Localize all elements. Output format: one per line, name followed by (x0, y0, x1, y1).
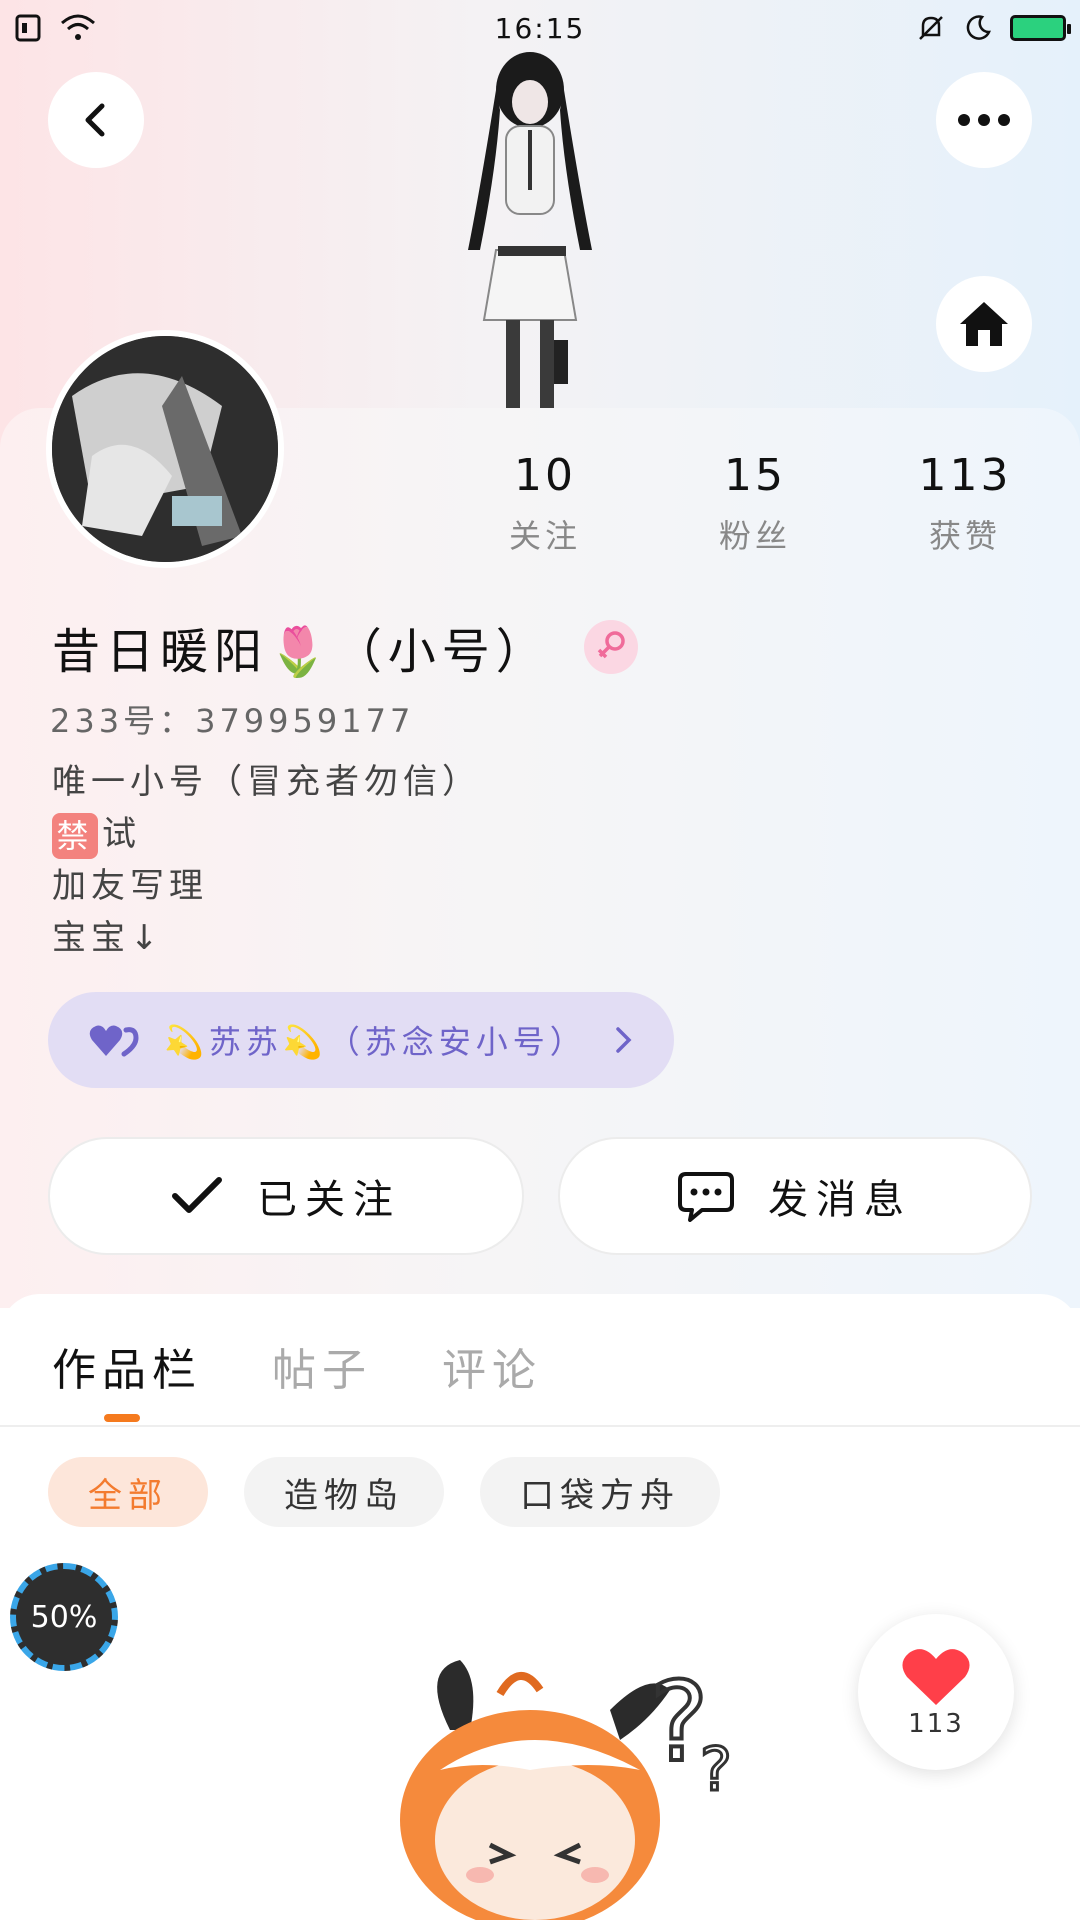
message-label: 发消息 (768, 1177, 912, 1223)
stat-value: 10 (514, 450, 576, 501)
following-button[interactable]: 已关注 (48, 1137, 524, 1255)
like-button[interactable]: 113 (858, 1614, 1014, 1770)
stat-following[interactable]: 10 关注 (470, 450, 620, 557)
message-button[interactable]: 发消息 (558, 1137, 1032, 1255)
like-count: 113 (908, 1709, 964, 1739)
bio: 唯一小号（冒充者勿信） 禁试 加友写理 宝宝↓ (52, 756, 481, 964)
double-heart-icon (89, 1025, 139, 1057)
bio-line: 唯一小号（冒充者勿信） (52, 762, 481, 802)
battery-icon (1010, 15, 1071, 41)
stat-followers[interactable]: 15 粉丝 (680, 450, 830, 557)
tab-posts[interactable]: 帖子 (272, 1334, 372, 1398)
empty-state-mascot-image: ? ? (400, 1656, 733, 1920)
tab-active-indicator (104, 1414, 140, 1422)
stat-value: 113 (918, 450, 1012, 501)
bio-line: 禁试 (52, 808, 481, 860)
stat-label: 关注 (508, 517, 581, 555)
chevron-left-icon (85, 103, 105, 137)
speed-indicator[interactable]: 50% (10, 1563, 118, 1671)
stat-label: 粉丝 (718, 517, 791, 555)
user-id: 233号：379959177 (50, 702, 415, 740)
tab-comments[interactable]: 评论 (442, 1334, 542, 1398)
svg-text:?: ? (700, 1735, 732, 1805)
chevron-right-icon (616, 1027, 632, 1053)
chat-bubble-icon (678, 1172, 734, 1222)
filter-chips: 全部 造物岛 口袋方舟 (48, 1457, 720, 1527)
bio-line-text: 试 (102, 814, 141, 854)
tab-works[interactable]: 作品栏 (52, 1334, 202, 1398)
ban-badge: 禁 (52, 812, 98, 859)
content-tabs: 作品栏 帖子 评论 (52, 1334, 542, 1398)
status-time: 16:15 (494, 11, 586, 45)
home-icon (960, 302, 1008, 346)
back-button[interactable] (48, 72, 144, 168)
avatar-image (52, 336, 278, 562)
chip-creation-island[interactable]: 造物岛 (244, 1457, 444, 1527)
bio-line: 宝宝↓ (52, 918, 164, 958)
heart-icon (902, 1649, 970, 1705)
chip-pocket-ark[interactable]: 口袋方舟 (480, 1457, 720, 1527)
username: 昔日暖阳🌷（小号） (52, 624, 550, 680)
status-bar: 16:15 (0, 0, 1080, 56)
profile-stats: 10 关注 15 粉丝 113 获赞 (470, 450, 1040, 557)
banner-character-image (468, 52, 592, 408)
cp-link-label: 💫苏苏💫（苏念安小号） (164, 1023, 587, 1061)
bio-line: 加友写理 (52, 866, 208, 906)
female-gender-icon (583, 620, 638, 674)
more-button[interactable] (936, 72, 1032, 168)
tabs-divider (0, 1425, 1080, 1427)
chip-all[interactable]: 全部 (48, 1457, 208, 1527)
checkmark-icon (172, 1177, 222, 1213)
home-button[interactable] (936, 276, 1032, 372)
following-label: 已关注 (257, 1177, 401, 1223)
avatar[interactable] (46, 330, 284, 568)
more-dots-icon (958, 114, 1010, 126)
stat-likes[interactable]: 113 获赞 (890, 450, 1040, 557)
stat-label: 获赞 (928, 517, 1001, 555)
username-row: 昔日暖阳🌷（小号） (52, 612, 638, 682)
stat-value: 15 (724, 450, 786, 501)
cp-link-pill[interactable]: 💫苏苏💫（苏念安小号） (48, 992, 674, 1088)
